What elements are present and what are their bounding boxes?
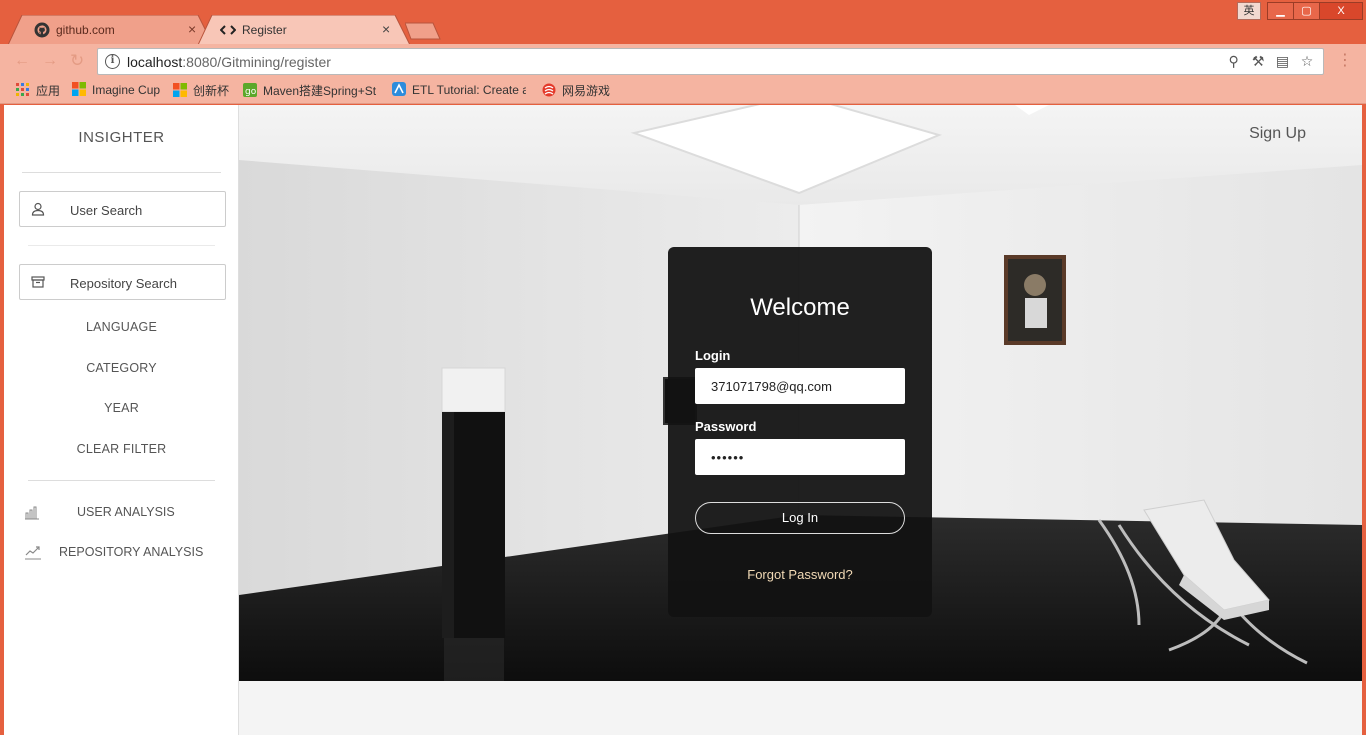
bookmark-imagine-cup[interactable]: Imagine Cup bbox=[72, 82, 160, 100]
bookmark-blue-icon bbox=[392, 82, 406, 96]
maximize-button[interactable]: ▢ bbox=[1293, 2, 1320, 20]
new-tab-button[interactable] bbox=[405, 22, 441, 40]
info-icon[interactable]: i bbox=[105, 54, 120, 69]
filter-clear[interactable]: CLEAR FILTER bbox=[4, 442, 239, 456]
login-card: Welcome Login Password Log In Forgot Pas… bbox=[668, 247, 932, 617]
code-icon bbox=[220, 25, 236, 35]
bookmark-label: 网易游戏 bbox=[562, 84, 611, 98]
bookmark-label: Maven搭建Spring+St bbox=[263, 84, 377, 98]
login-button[interactable]: Log In bbox=[695, 502, 905, 534]
page-content: INSIGHTER User Search Repository Search … bbox=[4, 105, 1362, 735]
user-analysis-link[interactable]: USER ANALYSIS bbox=[4, 503, 239, 523]
login-title: Welcome bbox=[750, 294, 850, 321]
microsoft-logo-icon bbox=[173, 83, 187, 97]
window-close-button[interactable]: X bbox=[1319, 2, 1363, 20]
filter-category[interactable]: CATEGORY bbox=[4, 361, 239, 375]
repository-search-label: Repository Search bbox=[70, 276, 177, 291]
forgot-password-link[interactable]: Forgot Password? bbox=[668, 567, 932, 582]
signup-link[interactable]: Sign Up bbox=[1249, 125, 1306, 143]
filter-language[interactable]: LANGUAGE bbox=[4, 320, 239, 334]
login-field[interactable] bbox=[695, 368, 905, 404]
close-icon[interactable]: × bbox=[188, 21, 196, 37]
sidebar: INSIGHTER User Search Repository Search … bbox=[4, 105, 239, 735]
bar-chart-icon bbox=[25, 506, 39, 520]
forward-arrow-icon[interactable]: → bbox=[42, 53, 58, 69]
url-text[interactable]: localhost:8080/Gitmining/register bbox=[127, 54, 331, 70]
repository-analysis-label: REPOSITORY ANALYSIS bbox=[59, 545, 204, 559]
repository-analysis-link[interactable]: REPOSITORY ANALYSIS bbox=[4, 543, 239, 563]
bookmark-green-icon: go bbox=[243, 83, 257, 97]
line-chart-icon bbox=[25, 546, 41, 560]
bookmark-label: 创新杯 bbox=[193, 84, 230, 98]
bookmark-label: ETL Tutorial: Create a bbox=[412, 83, 526, 97]
back-arrow-icon[interactable]: ← bbox=[14, 53, 30, 69]
tab-github[interactable]: github.com × bbox=[8, 15, 213, 45]
bookmark-maven[interactable]: go Maven搭建Spring+St bbox=[243, 82, 377, 100]
archive-icon bbox=[31, 276, 45, 288]
user-analysis-label: USER ANALYSIS bbox=[77, 505, 175, 519]
translate-icon[interactable]: ▤ bbox=[1273, 53, 1293, 70]
svg-text:go: go bbox=[245, 87, 257, 97]
brand-title: INSIGHTER bbox=[78, 129, 165, 146]
reload-icon[interactable]: ↻ bbox=[70, 52, 84, 69]
apps-grid-icon bbox=[16, 83, 29, 96]
address-bar[interactable]: i localhost:8080/Gitmining/register ⚲ ⚒ … bbox=[97, 48, 1324, 75]
bookmark-netease[interactable]: 网易游戏 bbox=[542, 82, 610, 100]
bookmarks-bar: 应用 Imagine Cup 创新杯 go Maven搭建Spring+St E… bbox=[0, 78, 1366, 104]
omnibox-actions: ⚲ ⚒ ▤ ☆ bbox=[1224, 53, 1317, 71]
user-icon bbox=[31, 202, 45, 216]
divider bbox=[28, 480, 215, 481]
tab-register[interactable]: Register × bbox=[198, 15, 410, 45]
close-icon[interactable]: × bbox=[382, 21, 390, 37]
divider bbox=[22, 172, 221, 173]
divider bbox=[28, 245, 215, 246]
url-host: localhost bbox=[127, 54, 183, 70]
user-search-label: User Search bbox=[70, 203, 143, 218]
netease-icon bbox=[542, 83, 556, 97]
url-path: :8080/Gitmining/register bbox=[182, 54, 331, 70]
key-icon[interactable]: ⚒ bbox=[1248, 53, 1268, 70]
browser-titlebar: github.com × Register × 英 ▁ ▢ X bbox=[0, 0, 1366, 45]
hero-background: Sign Up Welcome Login Password Log In Fo… bbox=[239, 105, 1362, 681]
tab-title: Register bbox=[242, 23, 287, 37]
password-label: Password bbox=[695, 419, 757, 434]
bookmark-etl[interactable]: ETL Tutorial: Create a bbox=[392, 82, 526, 100]
user-search-button[interactable]: User Search bbox=[19, 191, 226, 227]
github-icon bbox=[34, 22, 50, 38]
menu-icon[interactable]: ⋮ bbox=[1337, 51, 1353, 71]
bookmark-label: 应用 bbox=[36, 84, 61, 98]
ime-indicator[interactable]: 英 bbox=[1237, 2, 1261, 20]
bookmark-apps[interactable]: 应用 bbox=[16, 82, 60, 100]
bookmark-label: Imagine Cup bbox=[92, 83, 161, 97]
tab-title: github.com bbox=[56, 23, 115, 37]
login-label: Login bbox=[695, 348, 731, 363]
filter-year[interactable]: YEAR bbox=[4, 401, 239, 415]
microsoft-logo-icon bbox=[72, 82, 86, 96]
repository-search-button[interactable]: Repository Search bbox=[19, 264, 226, 300]
star-icon[interactable]: ☆ bbox=[1297, 53, 1317, 70]
bookmark-chuangxinbei[interactable]: 创新杯 bbox=[173, 82, 229, 100]
password-field[interactable] bbox=[695, 439, 905, 475]
minimize-button[interactable]: ▁ bbox=[1267, 2, 1294, 20]
zoom-icon[interactable]: ⚲ bbox=[1224, 53, 1244, 70]
